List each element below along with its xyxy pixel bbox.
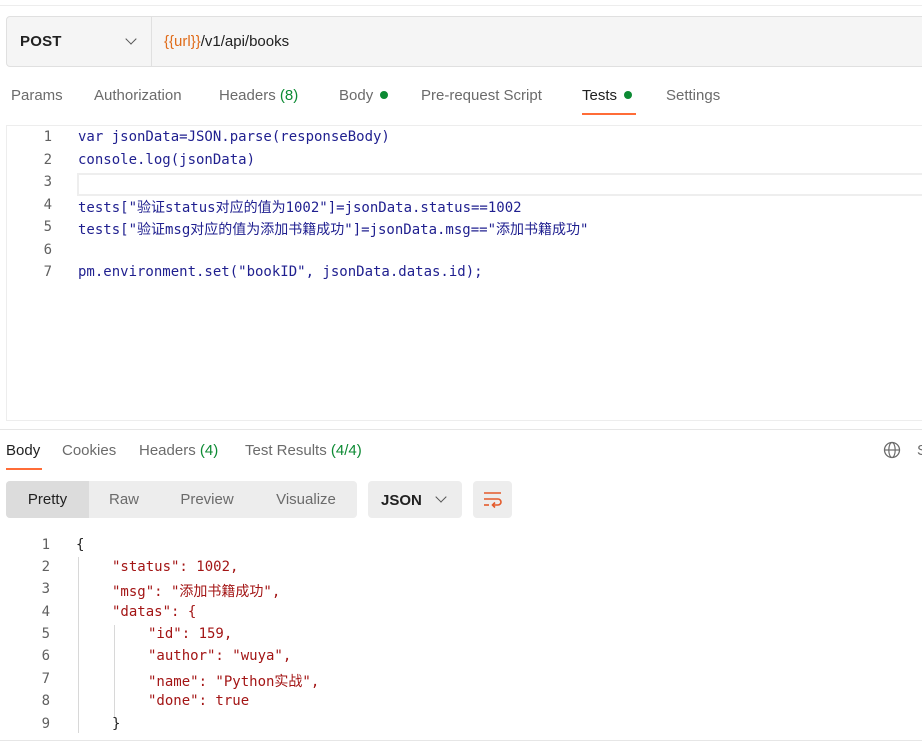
tab-count: (8) [279,87,299,104]
json-line: } [112,716,121,732]
indent-guide [114,625,115,717]
tab-authorization[interactable]: Authorization [94,87,182,104]
tab-cookies[interactable]: Cookies [62,442,116,459]
json-line: "datas": { [112,604,197,620]
line-number: 4 [43,197,52,213]
url-variable: {{url}} [164,33,201,50]
line-number: 9 [41,716,50,732]
line-number: 7 [41,671,50,687]
response-status-label: S [917,442,922,459]
url-input[interactable]: {{url}}/v1/api/books [164,33,289,50]
script-line: tests["验证status对应的值为1002"]=jsonData.stat… [78,200,522,216]
json-line: "name": "Python实战", [148,674,320,690]
tab-label: Tests [582,87,618,104]
line-number: 2 [43,152,52,168]
chevron-down-icon [125,33,137,45]
tab-label: Cookies [62,442,117,459]
tab-label: Headers [139,442,196,459]
tab-label: Body [339,87,374,104]
tab-label: Headers [219,87,276,104]
line-number: 5 [41,626,50,642]
tab-label: Pre-request Script [421,87,542,104]
tab-headers[interactable]: Headers (8) [219,87,298,104]
tab-test-results[interactable]: Test Results (4/4) [245,442,362,459]
request-url-bar: POST {{url}}/v1/api/books [6,16,922,67]
line-number: 6 [43,242,52,258]
view-pretty[interactable]: Pretty [6,481,89,518]
line-number: 3 [43,174,52,190]
tab-label: Body [6,442,41,459]
tab-count: (4) [199,442,219,459]
view-mode-selector: Pretty Raw Preview Visualize [6,481,357,518]
wrap-lines-button[interactable] [473,481,512,518]
line-number: 6 [41,648,50,664]
script-line: var jsonData=JSON.parse(responseBody) [78,129,390,145]
active-tab-indicator [6,468,42,470]
json-line: "status": 1002, [112,559,239,575]
line-number: 1 [43,129,52,145]
top-border [0,5,922,6]
tab-label: Settings [666,87,721,104]
line-number: 5 [43,219,52,235]
tab-tests[interactable]: Tests [582,87,633,104]
json-line: "id": 159, [148,626,233,642]
view-visualize[interactable]: Visualize [261,481,351,518]
json-line: "done": true [148,693,250,709]
tab-pre-request-script[interactable]: Pre-request Script [421,87,542,104]
format-dropdown[interactable]: JSON [368,481,462,518]
bottom-border [0,740,922,741]
line-number: 3 [41,581,50,597]
method-dropdown[interactable]: POST [7,17,152,66]
status-dot-icon [380,91,389,99]
line-number: 2 [41,559,50,575]
current-line-highlight [77,173,922,196]
tab-settings[interactable]: Settings [666,87,720,104]
tab-count: (4/4) [330,442,362,459]
line-number: 1 [41,537,50,553]
tab-label: Authorization [94,87,182,104]
view-raw[interactable]: Raw [94,481,154,518]
wrap-lines-icon [484,492,502,509]
url-path: /v1/api/books [200,33,290,50]
script-line: console.log(jsonData) [78,152,256,168]
line-number: 7 [43,264,52,280]
chevron-down-icon [435,491,447,503]
tab-params[interactable]: Params [11,87,63,104]
tab-response-headers[interactable]: Headers (4) [139,442,218,459]
pane-divider[interactable] [0,429,922,430]
method-label: POST [20,33,62,50]
format-label: JSON [381,492,422,509]
tab-body[interactable]: Body [339,87,389,104]
json-line: "author": "wuya", [148,648,292,664]
tab-label: Test Results [245,442,327,459]
status-dot-icon [624,91,633,99]
script-line: tests["验证msg对应的值为添加书籍成功"]=jsonData.msg==… [78,222,589,238]
view-preview[interactable]: Preview [166,481,248,518]
active-tab-indicator [582,113,636,115]
tab-label: Params [11,87,63,104]
tab-response-body[interactable]: Body [6,442,40,459]
json-line: { [76,537,85,553]
line-number: 8 [41,693,50,709]
globe-icon[interactable] [883,441,901,459]
script-line: pm.environment.set("bookID", jsonData.da… [78,264,483,280]
json-line: "msg": "添加书籍成功", [112,584,281,600]
indent-guide [78,557,79,733]
line-number: 4 [41,604,50,620]
